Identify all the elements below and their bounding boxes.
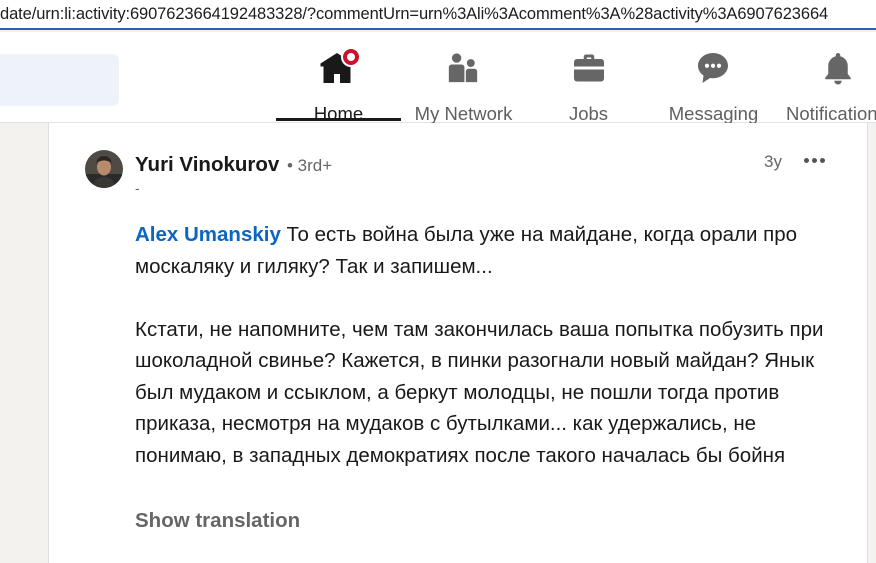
nav-messaging[interactable]: Messaging (651, 44, 776, 124)
comment-author-name[interactable]: Yuri Vinokurov (135, 153, 279, 177)
more-dot (804, 158, 809, 163)
avatar[interactable] (85, 150, 123, 188)
bell-icon (825, 53, 851, 85)
notification-badge (341, 47, 361, 67)
address-bar[interactable]: date/urn:li:activity:6907623664192483328… (0, 0, 876, 30)
network-icon (448, 53, 478, 83)
more-dot (812, 158, 817, 163)
briefcase-icon (574, 54, 604, 82)
connection-degree: • 3rd+ (287, 156, 333, 175)
nav-jobs-label: Jobs (568, 103, 609, 124)
author-headline: - (135, 180, 140, 196)
comment-paragraph: Кстати, не напомните, чем там закончилас… (135, 317, 824, 467)
active-indicator (276, 118, 401, 121)
top-nav: Home My Network Jobs Messaging Notificat… (0, 32, 876, 124)
nav-notifications-label: Notifications (786, 103, 876, 124)
more-options-button[interactable] (800, 148, 830, 172)
message-icon (698, 53, 728, 83)
more-dot (820, 158, 825, 163)
mention-link[interactable]: Alex Umanskiy (135, 223, 281, 246)
nav-home-label: Home (313, 103, 364, 124)
show-translation-button[interactable]: Show translation (135, 509, 300, 533)
comment-body: Alex Umanskiy То есть война была уже на … (135, 219, 850, 471)
url-text: date/urn:li:activity:6907623664192483328… (0, 5, 829, 23)
nav-my-network[interactable]: My Network (401, 44, 526, 124)
comment-paragraph: Alex Umanskiy То есть война была уже на … (135, 219, 850, 282)
nav-messaging-label: Messaging (668, 103, 759, 124)
nav-jobs[interactable]: Jobs (526, 44, 651, 124)
avatar-image (85, 150, 123, 188)
nav-home[interactable]: Home (276, 44, 401, 124)
nav-notifications[interactable]: Notifications (776, 44, 876, 124)
search-box[interactable] (0, 54, 119, 106)
comment-timestamp: 3y (764, 152, 782, 171)
nav-my-network-label: My Network (414, 103, 513, 124)
